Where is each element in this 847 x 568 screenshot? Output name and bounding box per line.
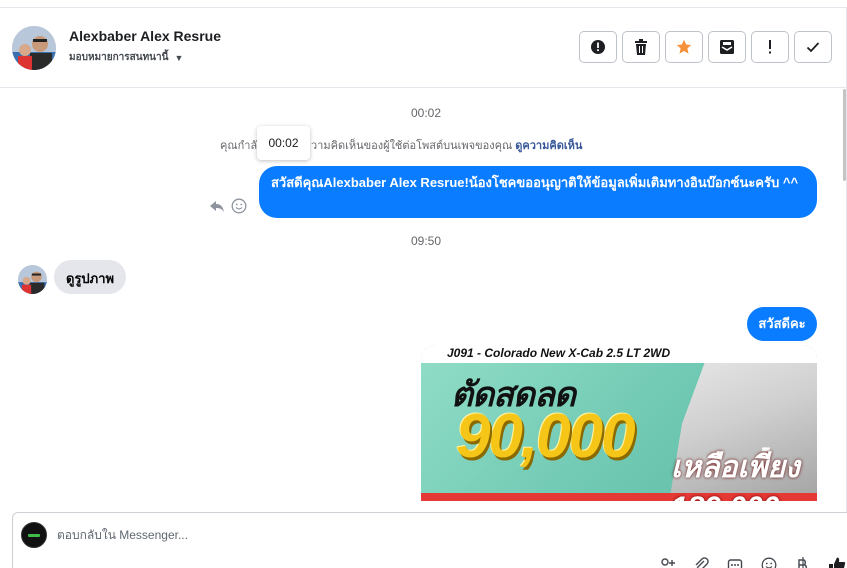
archive-button[interactable] — [708, 31, 746, 63]
star-button[interactable] — [665, 31, 703, 63]
timestamp-tooltip: 00:02 — [257, 126, 310, 160]
image-bottom-text: เหลือเพียง 189,000- — [671, 451, 800, 501]
image-attachment[interactable]: J091 - Colorado New X-Cab 2.5 LT 2WD ตัด… — [421, 345, 817, 501]
message-list[interactable]: 00:02 คุณกำลังตอบกลับความคิดเห็นของผู้ใช… — [0, 89, 846, 501]
conversation-header: Alexbaber Alex Resrue มอบหมายการสนทนานี้… — [0, 8, 846, 88]
header-actions — [579, 31, 832, 63]
trash-icon — [635, 39, 647, 55]
caret-down-icon: ▼ — [174, 52, 184, 63]
inbox-conversation-panel: Alexbaber Alex Resrue มอบหมายการสนทนานี้… — [0, 0, 847, 568]
contact-avatar[interactable] — [12, 26, 56, 70]
timestamp: 09:50 — [411, 234, 442, 248]
emoji-reaction-icon[interactable] — [231, 198, 247, 214]
spam-button[interactable] — [579, 31, 617, 63]
exclamation-icon — [769, 40, 771, 54]
follow-up-button[interactable] — [751, 31, 789, 63]
reply-input[interactable] — [57, 525, 657, 545]
image-price: 90,000 — [456, 402, 636, 471]
avatar-photo-icon — [18, 265, 47, 294]
archive-icon — [720, 40, 734, 54]
outgoing-message[interactable]: สวัสดีคะ — [747, 307, 817, 341]
scrollbar[interactable] — [843, 89, 846, 181]
star-icon — [676, 39, 692, 54]
contact-avatar-small — [18, 265, 47, 294]
avatar-photo-icon — [12, 26, 56, 70]
baht-payment-icon[interactable] — [793, 555, 813, 568]
page-avatar — [21, 522, 47, 548]
emoji-icon[interactable] — [759, 555, 779, 568]
composer-tools — [657, 555, 847, 568]
saved-replies-icon[interactable] — [725, 555, 745, 568]
thumbs-up-icon[interactable] — [827, 555, 847, 568]
assign-conversation-dropdown[interactable]: มอบหมายการสนทนานี้ ▼ — [69, 50, 183, 65]
paperclip-icon[interactable] — [691, 555, 711, 568]
reply-icon[interactable] — [209, 198, 225, 214]
assign-label: มอบหมายการสนทนานี้ — [69, 52, 169, 63]
alert-circle-icon — [591, 40, 605, 54]
view-comment-link[interactable]: ดูความคิดเห็น — [515, 140, 582, 152]
timestamp: 00:02 — [411, 106, 442, 120]
incoming-message[interactable]: ดูรูปภาพ — [54, 260, 127, 294]
delete-button[interactable] — [622, 31, 660, 63]
outgoing-message[interactable]: สวัสดีคุณAlexbaber Alex Resrue!น้องโชคขอ… — [259, 166, 817, 218]
reply-composer — [12, 512, 847, 568]
check-icon — [806, 42, 820, 53]
image-model-text: J091 - Colorado New X-Cab 2.5 LT 2WD — [447, 346, 671, 360]
add-contact-icon[interactable] — [657, 555, 677, 568]
contact-name[interactable]: Alexbaber Alex Resrue — [69, 28, 221, 44]
done-button[interactable] — [794, 31, 832, 63]
